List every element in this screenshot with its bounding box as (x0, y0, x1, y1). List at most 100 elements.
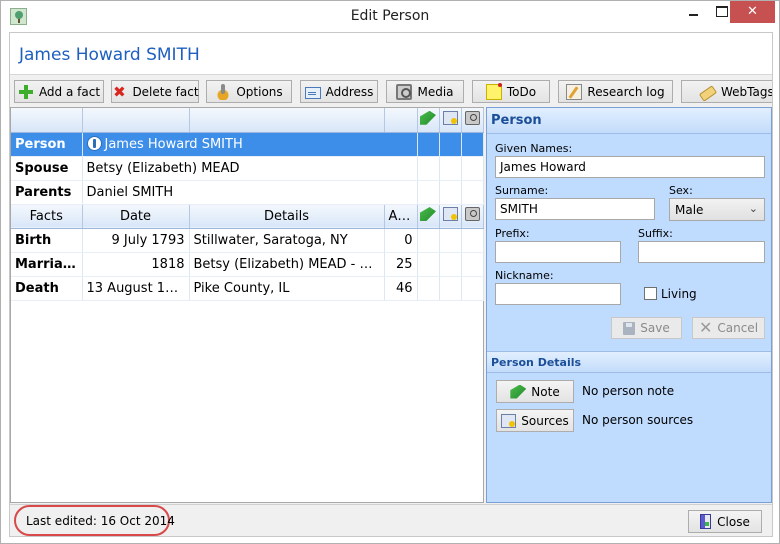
person-icon (86, 136, 102, 151)
living-checkbox[interactable] (644, 287, 657, 300)
note-cell[interactable] (417, 180, 440, 205)
webtags-button[interactable]: WebTags (681, 80, 772, 103)
media-cell[interactable] (461, 252, 484, 277)
note-button-label: Note (531, 384, 560, 399)
surname-input[interactable]: SMITH (495, 198, 655, 220)
person-name-heading: James Howard SMITH (19, 45, 200, 65)
note-cell[interactable] (417, 156, 440, 181)
relation-row-spouse[interactable]: Spouse Betsy (Elizabeth) MEAD (11, 156, 484, 181)
fact-details: Pike County, IL (189, 276, 385, 301)
media-cell[interactable] (461, 180, 484, 205)
fact-date: 1818 (82, 252, 190, 277)
facts-grid[interactable]: Person James Howard SMITH Spouse Betsy (… (10, 107, 484, 503)
media-icon (464, 207, 480, 221)
note-cell[interactable] (417, 228, 440, 253)
note-button[interactable]: Note (496, 380, 574, 403)
surname-label: Surname: (495, 184, 549, 197)
header-band: James Howard SMITH (10, 33, 772, 75)
save-label: Save (640, 321, 670, 335)
add-fact-label: Add a fact (38, 84, 101, 99)
source-cell[interactable] (439, 252, 462, 277)
sources-column-header[interactable] (439, 108, 462, 133)
fact-name: Birth (11, 228, 83, 253)
delete-fact-button[interactable]: ✖ Delete fact (111, 80, 199, 103)
media-button[interactable]: Media (386, 80, 464, 103)
media-column-header[interactable] (461, 204, 484, 229)
source-cell[interactable] (439, 180, 462, 205)
relation-row-parents[interactable]: Parents Daniel SMITH (11, 180, 484, 205)
person-panel-title: Person (487, 108, 771, 134)
nickname-input[interactable] (495, 283, 621, 305)
media-cell[interactable] (461, 132, 484, 157)
relation-value: James Howard SMITH (82, 132, 418, 157)
media-label: Media (417, 84, 454, 99)
media-cell[interactable] (461, 276, 484, 301)
prefix-input[interactable] (495, 241, 621, 263)
note-cell[interactable] (417, 252, 440, 277)
fact-date: 9 July 1793 (82, 228, 190, 253)
webtags-label: WebTags (721, 84, 772, 99)
relation-row-person[interactable]: Person James Howard SMITH (11, 132, 484, 157)
todo-label: ToDo (506, 84, 537, 99)
minimize-button[interactable] (679, 1, 709, 23)
relation-label: Person (11, 132, 83, 157)
given-names-input[interactable]: James Howard (495, 156, 765, 178)
fact-age: 46 (384, 276, 418, 301)
close-window-button[interactable]: ✕ (730, 1, 775, 23)
sources-button[interactable]: Sources (496, 409, 574, 432)
edit-person-window: Edit Person ✕ James Howard SMITH Add a f… (0, 0, 780, 544)
facts-column-header[interactable]: Facts (11, 204, 83, 229)
source-cell[interactable] (439, 156, 462, 181)
fact-age: 25 (384, 252, 418, 277)
add-fact-button[interactable]: Add a fact (14, 80, 104, 103)
delete-x-icon: ✖ (113, 82, 126, 101)
notes-column-header[interactable] (417, 108, 440, 133)
tag-icon (698, 84, 718, 102)
todo-button[interactable]: ToDo (472, 80, 550, 103)
note-status: No person note (582, 384, 675, 398)
source-cell[interactable] (439, 276, 462, 301)
notes-column-header[interactable] (417, 204, 440, 229)
person-details-title: Person Details (487, 351, 771, 373)
options-label: Options (236, 84, 283, 99)
fact-row[interactable]: Death 13 August 1839 Pike County, IL 46 (11, 276, 484, 301)
source-cell[interactable] (439, 228, 462, 253)
sex-select[interactable]: Male ⌄ (669, 198, 765, 221)
note-icon (420, 110, 436, 125)
source-icon (442, 207, 458, 221)
options-button[interactable]: Options (206, 80, 292, 103)
source-cell[interactable] (439, 132, 462, 157)
living-label[interactable]: Living (661, 287, 697, 301)
sources-column-header[interactable] (439, 204, 462, 229)
save-button[interactable]: Save (611, 317, 682, 339)
address-button[interactable]: Address (300, 80, 378, 103)
close-button[interactable]: Close (688, 510, 762, 533)
cancel-label: Cancel (717, 321, 759, 335)
details-column-header[interactable]: Details (189, 204, 385, 229)
date-column-header[interactable]: Date (82, 204, 190, 229)
research-log-label: Research log (587, 84, 665, 99)
media-cell[interactable] (461, 156, 484, 181)
status-bar: Last edited: 16 Oct 2014 Close (10, 504, 772, 536)
header-cell (11, 108, 83, 133)
note-cell[interactable] (417, 276, 440, 301)
save-disk-icon (623, 321, 636, 335)
fact-row[interactable]: Marriage 1818 Betsy (Elizabeth) MEAD - P… (11, 252, 484, 277)
media-column-header[interactable] (461, 108, 484, 133)
sex-label: Sex: (669, 184, 693, 197)
fact-row[interactable]: Birth 9 July 1793 Stillwater, Saratoga, … (11, 228, 484, 253)
note-icon (510, 384, 527, 399)
suffix-input[interactable] (638, 241, 765, 263)
chevron-down-icon: ⌄ (748, 202, 758, 215)
last-edited-text: Last edited: 16 Oct 2014 (26, 514, 175, 528)
age-column-header[interactable]: Age (384, 204, 418, 229)
media-cell[interactable] (461, 228, 484, 253)
options-icon (215, 83, 232, 100)
fact-date: 13 August 1839 (82, 276, 190, 301)
sources-button-label: Sources (521, 413, 569, 428)
cancel-button[interactable]: ✕ Cancel (692, 317, 765, 339)
research-log-button[interactable]: Research log (558, 80, 673, 103)
note-cell[interactable] (417, 132, 440, 157)
media-icon (396, 83, 413, 100)
given-names-label: Given Names: (495, 142, 573, 155)
